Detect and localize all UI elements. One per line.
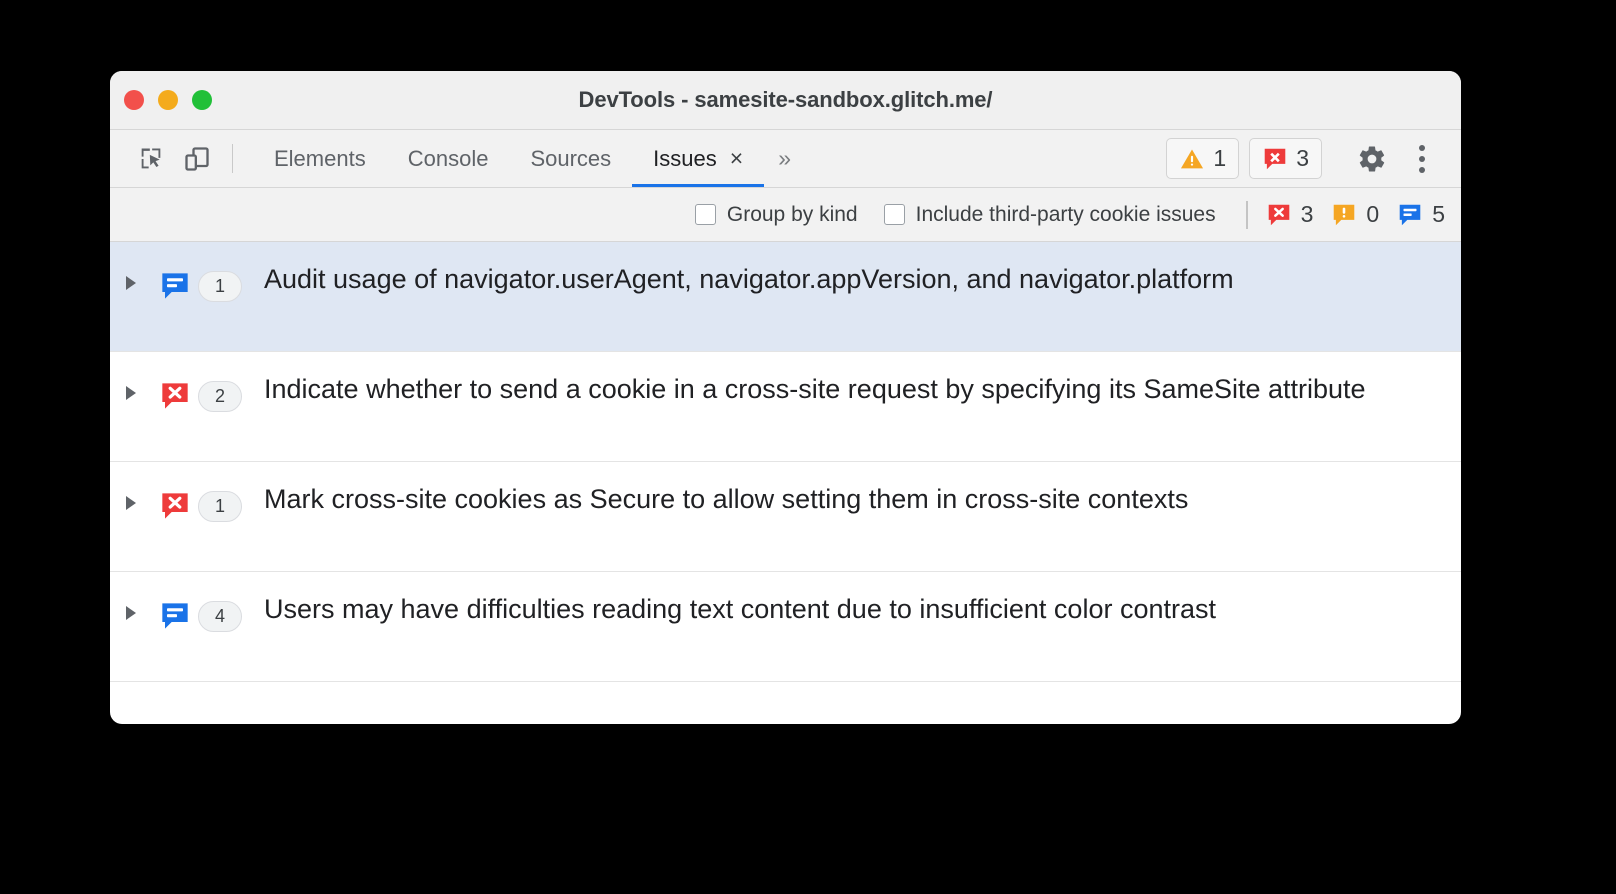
chevron-double-right-icon[interactable]: » [764, 130, 805, 187]
warning-count-indicator: 0 [1331, 201, 1379, 228]
expand-triangle-icon[interactable] [110, 370, 152, 400]
info-bubble-icon [1399, 204, 1421, 225]
filterbar-divider [1245, 200, 1248, 229]
include-third-party-label: Include third-party cookie issues [915, 202, 1216, 226]
issue-count-badge: 1 [198, 491, 242, 522]
warning-counter-button[interactable]: 1 [1166, 138, 1240, 179]
issue-title: Audit usage of navigator.userAgent, navi… [264, 264, 1234, 294]
error-count-value: 3 [1300, 201, 1314, 227]
error-count-indicator: 3 [1266, 201, 1314, 228]
error-bubble-icon [152, 480, 198, 522]
devtools-window: DevTools - samesite-sandbox.glitch.me/ E… [110, 71, 1461, 724]
warning-count: 1 [1213, 145, 1227, 171]
warning-count-value: 0 [1366, 201, 1380, 227]
issue-title: Indicate whether to send a cookie in a c… [264, 374, 1366, 404]
issue-row[interactable]: 1 Mark cross-site cookies as Secure to a… [110, 462, 1461, 572]
screenshot-stage: DevTools - samesite-sandbox.glitch.me/ E… [0, 0, 1616, 894]
tab-issues[interactable]: Issues × [632, 130, 765, 187]
group-by-kind-checkbox[interactable]: Group by kind [694, 202, 858, 227]
info-count-value: 5 [1432, 201, 1445, 227]
warning-bubble-icon [1334, 204, 1355, 225]
tab-sources[interactable]: Sources [509, 130, 632, 187]
tab-elements[interactable]: Elements [253, 130, 387, 187]
issue-count-badge: 2 [198, 381, 242, 412]
expand-triangle-icon[interactable] [110, 260, 152, 290]
toolbar-divider [232, 144, 233, 173]
info-count-indicator: 5 [1397, 201, 1445, 228]
window-title: DevTools - samesite-sandbox.glitch.me/ [578, 87, 993, 112]
group-by-kind-label: Group by kind [726, 202, 858, 226]
inspect-element-icon[interactable] [128, 130, 174, 187]
traffic-lights [124, 90, 212, 110]
checkbox-box[interactable] [883, 204, 905, 225]
include-third-party-cookie-issues-checkbox[interactable]: Include third-party cookie issues [883, 202, 1216, 227]
kebab-dots [1419, 144, 1425, 173]
window-titlebar: DevTools - samesite-sandbox.glitch.me/ [110, 71, 1461, 130]
issue-row[interactable]: 1 Audit usage of navigator.userAgent, na… [110, 242, 1461, 352]
expand-triangle-icon[interactable] [110, 590, 152, 620]
issue-count-badge: 4 [198, 601, 242, 632]
tab-elements-label: Elements [274, 145, 366, 171]
issue-title: Mark cross-site cookies as Secure to all… [264, 484, 1189, 514]
error-counter-button[interactable]: 3 [1249, 138, 1322, 179]
error-bubble-icon [1268, 204, 1289, 225]
tab-sources-label: Sources [530, 145, 612, 171]
error-bubble-icon [1264, 148, 1286, 169]
issue-count-badge: 1 [198, 271, 242, 302]
zoom-window-button[interactable] [192, 90, 212, 110]
info-bubble-icon [152, 260, 198, 302]
more-options-icon[interactable] [1397, 134, 1447, 184]
info-bubble-icon [152, 590, 198, 632]
issue-row[interactable]: 2 Indicate whether to send a cookie in a… [110, 352, 1461, 462]
device-toolbar-icon[interactable] [174, 130, 220, 187]
error-count: 3 [1296, 145, 1309, 171]
warning-triangle-icon [1181, 148, 1204, 168]
issue-title: Users may have difficulties reading text… [264, 594, 1217, 624]
settings-gear-icon[interactable] [1347, 134, 1397, 184]
tab-console-label: Console [407, 145, 489, 171]
issue-row[interactable]: 4 Users may have difficulties reading te… [110, 572, 1461, 682]
devtools-tabbar: Elements Console Sources Issues × » 1 3 [110, 130, 1461, 188]
issues-filter-bar: Group by kind Include third-party cookie… [110, 188, 1461, 242]
close-icon[interactable]: × [730, 147, 743, 170]
tab-console[interactable]: Console [387, 130, 510, 187]
minimize-window-button[interactable] [158, 90, 178, 110]
checkbox-box[interactable] [694, 204, 716, 225]
panel-tabs: Elements Console Sources Issues × [253, 130, 765, 187]
tabbar-right-controls: 1 3 [1156, 130, 1461, 187]
close-window-button[interactable] [124, 90, 144, 110]
error-bubble-icon [152, 370, 198, 412]
issues-list: 1 Audit usage of navigator.userAgent, na… [110, 242, 1461, 682]
tab-issues-label: Issues [653, 145, 717, 171]
expand-triangle-icon[interactable] [110, 480, 152, 510]
